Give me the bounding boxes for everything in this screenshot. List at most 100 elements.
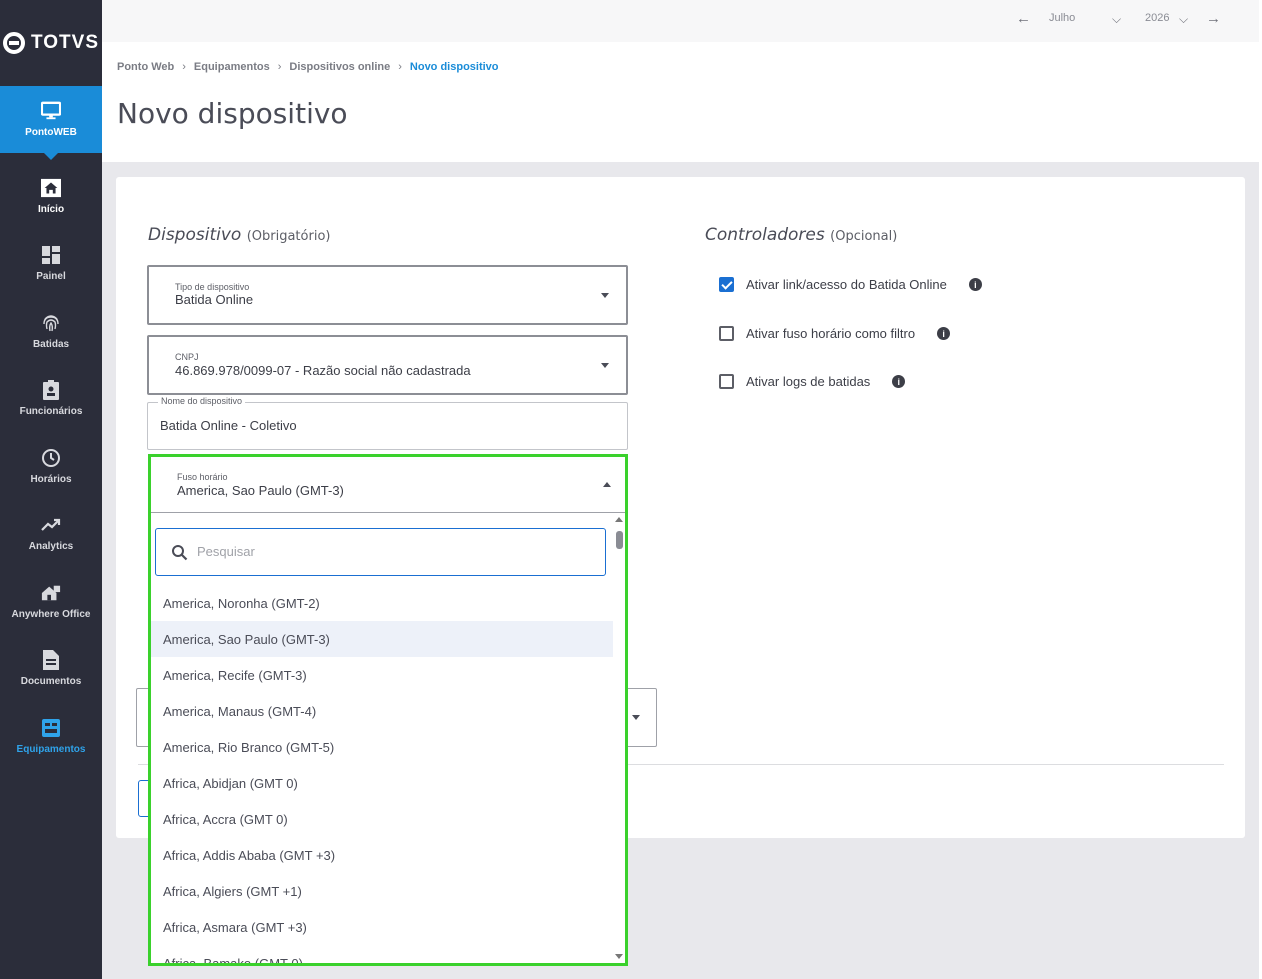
field-value: Batida Online <box>175 292 254 307</box>
sidebar: TOTVS PontoWEB Início Painel Batidas Fun… <box>0 0 102 979</box>
sidebar-item-equipamentos[interactable]: Equipamentos <box>0 704 102 768</box>
breadcrumb-item[interactable]: Dispositivos online <box>289 61 390 73</box>
sidebar-item-label: Anywhere Office <box>11 608 91 620</box>
scroll-down-icon[interactable] <box>615 954 623 959</box>
controller-toggle-timezone-filter[interactable]: Ativar fuso horário como filtro i <box>719 326 951 341</box>
section-note: (Obrigatório) <box>246 229 331 244</box>
breadcrumb-separator: › <box>182 61 186 73</box>
controllers-section-title: Controladores (Opcional) <box>705 225 897 245</box>
page-title: Novo dispositivo <box>117 97 348 130</box>
timezone-select-head[interactable]: Fuso horário America, Sao Paulo (GMT-3) <box>151 457 625 513</box>
field-label: Nome do dispositivo <box>158 396 246 406</box>
info-icon[interactable]: i <box>892 375 906 388</box>
breadcrumb-separator: › <box>277 61 282 73</box>
timezone-option[interactable]: Africa, Abidjan (GMT 0) <box>151 765 613 801</box>
timezone-option[interactable]: America, Sao Paulo (GMT-3) <box>151 621 613 657</box>
field-label: Tipo de dispositivo <box>175 282 250 292</box>
trend-icon <box>41 515 61 535</box>
timezone-option[interactable]: America, Noronha (GMT-2) <box>151 585 613 621</box>
checkbox-label: Ativar logs de batidas <box>746 374 871 389</box>
year-select[interactable]: 2026 <box>1145 12 1169 24</box>
controller-toggle-logs[interactable]: Ativar logs de batidas i <box>719 374 906 389</box>
page-header: Ponto Web › Equipamentos › Dispositivos … <box>102 42 1260 162</box>
dashboard-icon <box>41 245 61 265</box>
timezone-option[interactable]: America, Recife (GMT-3) <box>151 657 613 693</box>
sidebar-item-horarios[interactable]: Horários <box>0 434 102 498</box>
app-label: PontoWEB <box>25 127 77 138</box>
device-name-input[interactable]: Nome do dispositivo Batida Online - Cole… <box>147 396 628 450</box>
field-value: Batida Online - Coletivo <box>160 418 297 433</box>
timezone-option[interactable]: America, Manaus (GMT-4) <box>151 693 613 729</box>
home-icon <box>41 178 61 198</box>
totvs-logo[interactable]: TOTVS <box>0 0 102 86</box>
timezone-option[interactable]: Africa, Addis Ababa (GMT +3) <box>151 837 613 873</box>
chevron-down-icon <box>632 715 640 720</box>
field-label: Fuso horário <box>177 472 228 482</box>
arrow-right-icon[interactable]: → <box>1206 10 1221 27</box>
timezone-option[interactable]: Africa, Accra (GMT 0) <box>151 801 613 837</box>
chevron-down-icon <box>601 293 609 298</box>
breadcrumb-item[interactable]: Ponto Web <box>117 61 174 73</box>
section-title-text: Dispositivo <box>148 225 242 245</box>
totvs-logo-icon <box>3 32 25 54</box>
scrollbar-thumb[interactable] <box>616 531 623 549</box>
checkbox[interactable] <box>719 374 734 389</box>
breadcrumb-separator: › <box>398 61 402 73</box>
chevron-up-icon <box>603 482 611 487</box>
breadcrumb-current: Novo dispositivo <box>409 61 499 73</box>
checkbox-label: Ativar link/acesso do Batida Online <box>746 277 947 292</box>
info-icon[interactable]: i <box>968 278 982 291</box>
sidebar-item-label: Equipamentos <box>16 743 86 755</box>
info-icon[interactable]: i <box>937 327 951 340</box>
sidebar-item-label: Analytics <box>28 540 74 552</box>
house-icon <box>41 583 61 603</box>
logo-text: TOTVS <box>31 32 99 53</box>
field-value: America, Sao Paulo (GMT-3) <box>177 483 344 498</box>
cnpj-select[interactable]: CNPJ 46.869.978/0099-07 - Razão social n… <box>147 335 628 395</box>
breadcrumb: Ponto Web › Equipamentos › Dispositivos … <box>117 61 499 73</box>
monitor-icon <box>41 101 61 121</box>
timezone-option[interactable]: Africa, Bamako (GMT 0) <box>151 945 613 964</box>
document-icon <box>41 649 61 670</box>
sidebar-item-painel[interactable]: Painel <box>0 231 102 295</box>
search-placeholder: Pesquisar <box>197 544 255 559</box>
sidebar-item-documentos[interactable]: Documentos <box>0 636 102 700</box>
sidebar-item-label: Funcionários <box>19 405 83 417</box>
timezone-option[interactable]: Africa, Asmara (GMT +3) <box>151 909 613 945</box>
checkbox[interactable] <box>719 326 734 341</box>
sidebar-item-anywhere-office[interactable]: Anywhere Office <box>0 569 102 633</box>
timezone-option[interactable]: Africa, Algiers (GMT +1) <box>151 873 613 909</box>
month-select[interactable]: Julho <box>1049 12 1075 24</box>
timezone-options-list[interactable]: Pesquisar America, Noronha (GMT-2) Americ… <box>151 513 625 963</box>
breadcrumb-item[interactable]: Equipamentos <box>194 61 270 73</box>
sidebar-item-label: Documentos <box>20 675 82 687</box>
section-title-text: Controladores <box>705 225 825 245</box>
timezone-search-input[interactable]: Pesquisar <box>155 528 606 576</box>
timezone-select-open[interactable]: Fuso horário America, Sao Paulo (GMT-3) … <box>148 454 628 966</box>
checkbox[interactable] <box>719 277 734 292</box>
scroll-up-icon[interactable] <box>615 517 623 522</box>
checkbox-label: Ativar fuso horário como filtro <box>746 326 916 341</box>
timezone-option[interactable]: America, Rio Branco (GMT-5) <box>151 729 613 765</box>
app-tile-pontoweb[interactable]: PontoWEB <box>0 86 102 160</box>
equipment-icon <box>41 718 61 738</box>
badge-icon <box>41 379 61 400</box>
sidebar-item-batidas[interactable]: Batidas <box>0 299 102 363</box>
field-value: 46.869.978/0099-07 - Razão social não ca… <box>175 363 471 378</box>
sidebar-item-label: Painel <box>36 270 66 282</box>
sidebar-item-analytics[interactable]: Analytics <box>0 501 102 565</box>
scrollbar[interactable] <box>613 513 625 963</box>
sidebar-item-label: Início <box>37 203 65 215</box>
section-note: (Opcional) <box>830 229 898 244</box>
controller-toggle-batida-link[interactable]: Ativar link/acesso do Batida Online i <box>719 277 982 292</box>
arrow-left-icon[interactable]: ← <box>1016 10 1031 27</box>
chevron-down-icon[interactable]: ⌵ <box>1179 12 1188 27</box>
search-icon <box>172 545 188 561</box>
field-label: CNPJ <box>175 352 199 362</box>
sidebar-item-inicio[interactable]: Início <box>0 164 102 228</box>
device-type-select[interactable]: Tipo de dispositivo Batida Online <box>147 265 628 325</box>
sidebar-item-funcionarios[interactable]: Funcionários <box>0 366 102 430</box>
sidebar-item-label: Horários <box>30 473 72 485</box>
chevron-down-icon[interactable]: ⌵ <box>1112 12 1121 27</box>
clock-icon <box>41 448 61 468</box>
